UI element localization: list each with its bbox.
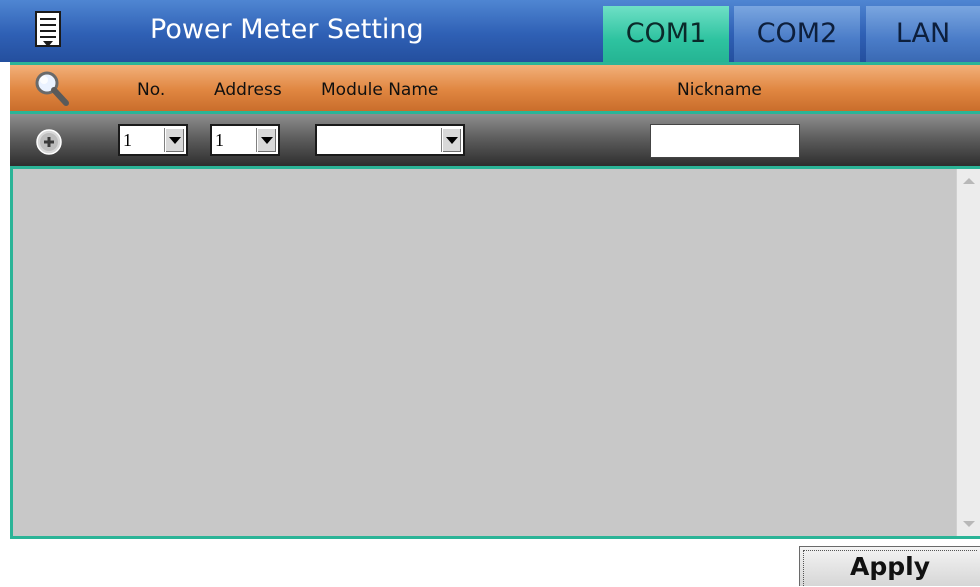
scroll-up-icon[interactable] — [960, 173, 977, 190]
no-select[interactable]: 1 — [118, 124, 188, 156]
chevron-down-icon[interactable] — [164, 128, 184, 152]
scroll-down-icon[interactable] — [960, 515, 977, 532]
module-name-select[interactable] — [315, 124, 465, 156]
apply-button[interactable]: Apply — [799, 546, 980, 586]
column-header-address: Address — [214, 80, 282, 100]
add-entry-row: 1 1 — [10, 114, 980, 169]
chevron-down-icon[interactable] — [441, 128, 461, 152]
magnifier-icon[interactable] — [32, 69, 72, 109]
plus-circle-icon[interactable] — [36, 129, 62, 155]
vertical-scrollbar[interactable] — [956, 169, 980, 536]
chevron-down-icon[interactable] — [256, 128, 276, 152]
column-header-no: No. — [137, 80, 166, 100]
list-menu-icon[interactable] — [34, 10, 62, 50]
column-header-nickname: Nickname — [677, 80, 762, 100]
tab-com2[interactable]: COM2 — [734, 6, 860, 62]
title-bar: Power Meter Setting COM1 COM2 LAN — [0, 0, 980, 62]
address-select-value: 1 — [215, 130, 224, 150]
page-title: Power Meter Setting — [150, 14, 424, 45]
tab-com1-label: COM1 — [625, 18, 707, 49]
address-select[interactable]: 1 — [210, 124, 280, 156]
nickname-input[interactable] — [650, 124, 800, 158]
tab-com2-label: COM2 — [756, 18, 838, 49]
no-select-value: 1 — [123, 130, 132, 150]
meter-list[interactable] — [10, 169, 980, 539]
tab-lan[interactable]: LAN — [866, 6, 980, 62]
tab-com1[interactable]: COM1 — [603, 6, 729, 62]
column-header-bar: No. Address Module Name Nickname — [10, 62, 980, 114]
column-header-module-name: Module Name — [321, 80, 439, 100]
tab-lan-label: LAN — [895, 18, 951, 49]
